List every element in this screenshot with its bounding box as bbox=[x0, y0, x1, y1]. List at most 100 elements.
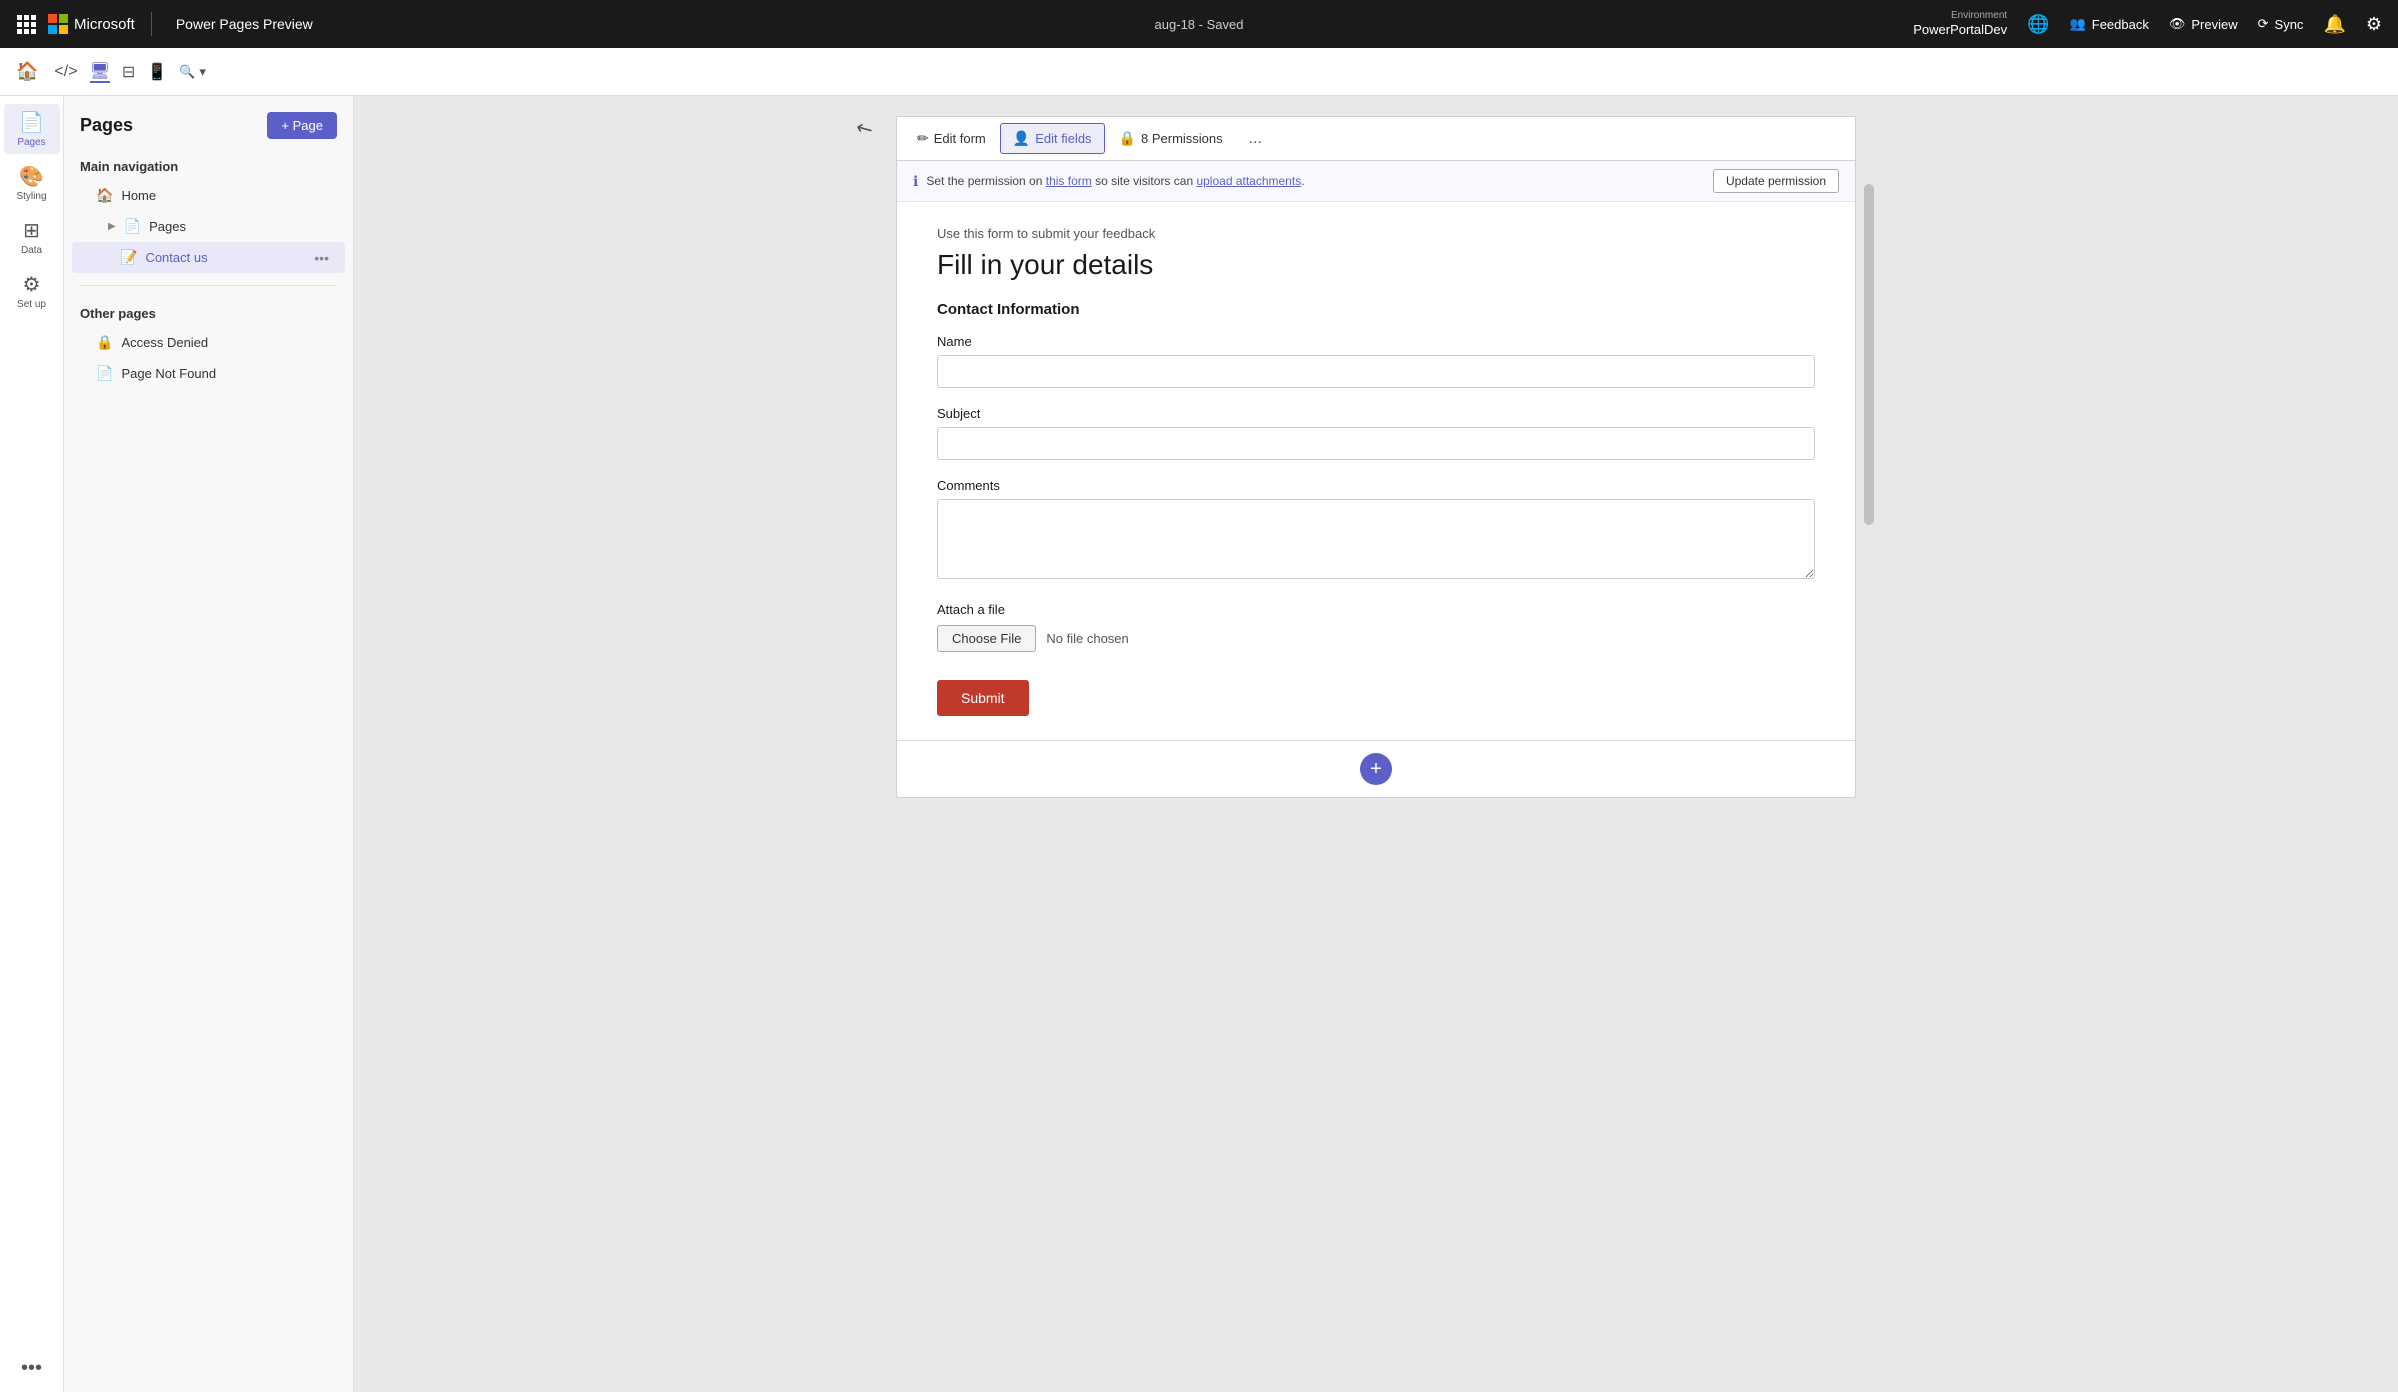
save-status: aug-18 - Saved bbox=[1155, 17, 1244, 32]
sidebar-item-styling[interactable]: 🎨 Styling bbox=[4, 158, 60, 208]
pages-chevron-icon: ▶ bbox=[108, 221, 116, 232]
subject-label: Subject bbox=[937, 406, 1815, 421]
name-label: Name bbox=[937, 334, 1815, 349]
cursor-icon: ↖ bbox=[851, 113, 878, 143]
microsoft-logo: Microsoft bbox=[48, 14, 135, 34]
form-toolbar: ✏ Edit form 👤 Edit fields 🔒 8 Permission… bbox=[897, 117, 1855, 161]
grid-menu-icon[interactable] bbox=[16, 14, 36, 34]
subject-input[interactable] bbox=[937, 427, 1815, 460]
feedback-button[interactable]: 👥 Feedback bbox=[2070, 16, 2149, 32]
submit-button[interactable]: Submit bbox=[937, 680, 1029, 716]
contact-more-btn[interactable]: ••• bbox=[314, 250, 329, 266]
styling-icon: 🎨 bbox=[19, 164, 44, 189]
feedback-icon: 👥 bbox=[2070, 16, 2086, 32]
name-field: Name bbox=[937, 334, 1815, 388]
comments-textarea[interactable] bbox=[937, 499, 1815, 579]
environment-label: Environment bbox=[1951, 10, 2007, 22]
preview-icon: 👁 bbox=[2169, 16, 2186, 32]
preview-button[interactable]: 👁 Preview bbox=[2169, 16, 2238, 32]
secondary-header: 🏠 </> 🖥 ⊟ 📱 🔍 ▾ bbox=[0, 48, 2398, 96]
add-section-icon: + bbox=[1370, 758, 1382, 781]
edit-fields-button[interactable]: 👤 Edit fields bbox=[1000, 123, 1105, 154]
pages-nav-label: Pages bbox=[149, 219, 186, 234]
setup-icon: ⚙ bbox=[23, 272, 41, 297]
desktop-view-btn[interactable]: 🖥 bbox=[90, 61, 110, 83]
sync-button[interactable]: ⟳ Sync bbox=[2258, 16, 2304, 32]
sidebar-item-pages[interactable]: 📄 Pages bbox=[4, 104, 60, 154]
form-editor: ✏ Edit form 👤 Edit fields 🔒 8 Permission… bbox=[896, 116, 1856, 798]
sidebar-header: Pages + Page bbox=[64, 112, 353, 151]
sync-label: Sync bbox=[2275, 17, 2304, 32]
upload-link[interactable]: upload attachments bbox=[1196, 174, 1301, 188]
update-permission-button[interactable]: Update permission bbox=[1713, 169, 1839, 193]
toolbar-more-button[interactable]: ... bbox=[1241, 124, 1270, 154]
pages-doc-icon: 📄 bbox=[124, 218, 141, 235]
microsoft-label: Microsoft bbox=[74, 16, 135, 33]
info-icon: ℹ bbox=[913, 173, 918, 190]
feedback-label: Feedback bbox=[2092, 17, 2149, 32]
add-section-button[interactable]: + bbox=[1360, 753, 1392, 785]
submit-label: Submit bbox=[961, 690, 1005, 706]
access-denied-label: Access Denied bbox=[121, 335, 208, 350]
tablet-view-btn[interactable]: ⊟ bbox=[122, 62, 135, 82]
permission-link[interactable]: this form bbox=[1046, 174, 1092, 188]
nav-item-pages-expand[interactable]: ▶ 📄 Pages bbox=[72, 211, 345, 242]
no-file-text: No file chosen bbox=[1046, 631, 1128, 646]
main-nav-label: Main navigation bbox=[64, 151, 353, 180]
sidebar-item-data[interactable]: ⊞ Data bbox=[4, 212, 60, 262]
sidebar-title: Pages bbox=[80, 115, 133, 136]
app-title: Power Pages Preview bbox=[176, 16, 313, 32]
code-view-btn[interactable]: </> bbox=[54, 63, 77, 81]
nav-item-access-denied[interactable]: 🔒 Access Denied bbox=[72, 327, 345, 358]
main-layout: 📄 Pages 🎨 Styling ⊞ Data ⚙ Set up ••• Pa… bbox=[0, 96, 2398, 1392]
mobile-view-btn[interactable]: 📱 bbox=[147, 62, 167, 82]
comments-field: Comments bbox=[937, 478, 1815, 584]
page-not-found-icon: 📄 bbox=[96, 365, 113, 382]
add-section-row: + bbox=[897, 740, 1855, 797]
preview-label: Preview bbox=[2191, 17, 2237, 32]
sidebar-item-setup[interactable]: ⚙ Set up bbox=[4, 266, 60, 316]
scrollbar-thumb bbox=[1864, 184, 1874, 525]
form-main-title: Fill in your details bbox=[937, 249, 1815, 281]
nav-item-page-not-found[interactable]: 📄 Page Not Found bbox=[72, 358, 345, 389]
notification-icon[interactable]: 🔔 bbox=[2323, 14, 2345, 35]
sidebar-divider bbox=[80, 285, 337, 286]
data-icon: ⊞ bbox=[23, 218, 40, 243]
edit-fields-icon: 👤 bbox=[1013, 130, 1030, 147]
form-section-title: Contact Information bbox=[937, 301, 1815, 318]
left-nav-icons: 📄 Pages 🎨 Styling ⊞ Data ⚙ Set up ••• bbox=[0, 96, 64, 1392]
globe-icon[interactable]: 🌐 bbox=[2027, 14, 2049, 35]
nav-item-home[interactable]: 🏠 Home bbox=[72, 180, 345, 211]
vertical-scrollbar[interactable] bbox=[1862, 116, 1876, 798]
canvas-area: ↖ ✏ Edit form 👤 Edit fields 🔒 8 Pe bbox=[354, 96, 2398, 1392]
edit-form-button[interactable]: ✏ Edit form bbox=[905, 124, 998, 153]
sync-icon: ⟳ bbox=[2258, 16, 2269, 32]
name-input[interactable] bbox=[937, 355, 1815, 388]
home-icon: 🏠 bbox=[96, 187, 113, 204]
update-permission-label: Update permission bbox=[1726, 174, 1826, 188]
permissions-button[interactable]: 🔒 8 Permissions bbox=[1107, 124, 1235, 153]
attach-label: Attach a file bbox=[937, 602, 1815, 617]
choose-file-button[interactable]: Choose File bbox=[937, 625, 1036, 652]
add-page-label: + Page bbox=[281, 118, 323, 133]
edit-form-icon: ✏ bbox=[917, 130, 929, 147]
zoom-icon: 🔍 bbox=[179, 64, 195, 80]
environment-info: Environment PowerPortalDev bbox=[1913, 10, 2007, 38]
saved-text: aug-18 - Saved bbox=[1155, 17, 1244, 32]
settings-icon[interactable]: ⚙ bbox=[2366, 14, 2382, 35]
canvas-container: ✏ Edit form 👤 Edit fields 🔒 8 Permission… bbox=[896, 116, 1856, 798]
zoom-control[interactable]: 🔍 ▾ bbox=[179, 64, 206, 80]
styling-label: Styling bbox=[16, 191, 46, 202]
add-page-button[interactable]: + Page bbox=[267, 112, 337, 139]
file-input-row: Choose File No file chosen bbox=[937, 625, 1815, 652]
home-nav-icon[interactable]: 🏠 bbox=[16, 61, 38, 82]
form-content: Use this form to submit your feedback Fi… bbox=[897, 202, 1855, 740]
top-bar-right: Environment PowerPortalDev 🌐 👥 Feedback … bbox=[1913, 10, 2382, 38]
nav-more-dots[interactable]: ••• bbox=[21, 1357, 42, 1380]
comments-label: Comments bbox=[937, 478, 1815, 493]
edit-fields-label: Edit fields bbox=[1035, 131, 1091, 146]
nav-item-contact-us[interactable]: 📝 Contact us ••• bbox=[72, 242, 345, 273]
attach-section: Attach a file Choose File No file chosen bbox=[937, 602, 1815, 652]
view-controls: </> 🖥 ⊟ 📱 🔍 ▾ bbox=[54, 61, 206, 83]
environment-name: PowerPortalDev bbox=[1913, 22, 2007, 38]
